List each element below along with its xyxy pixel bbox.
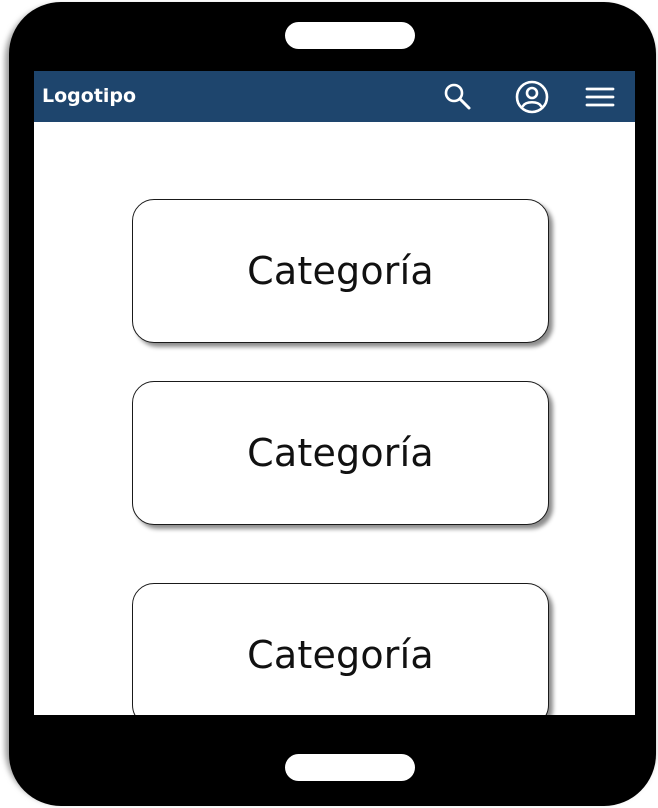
category-label: Categoría [247,633,434,677]
top-navigation-bar: Logotipo [34,71,635,122]
menu-icon [585,87,615,107]
logo-text[interactable]: Logotipo [42,85,136,107]
search-icon [444,83,471,110]
category-card[interactable]: Categoría [132,381,549,525]
account-button[interactable] [514,79,550,115]
category-label: Categoría [247,249,434,293]
category-card[interactable]: Categoría [132,583,549,715]
app-screen: Logotipo Categoría Categoría Categoría [34,71,635,715]
category-label: Categoría [247,431,434,475]
home-button[interactable] [285,754,415,781]
search-button[interactable] [440,79,476,115]
account-icon [515,80,549,114]
speaker-slot [285,22,415,49]
menu-button[interactable] [582,79,618,115]
category-card[interactable]: Categoría [132,199,549,343]
